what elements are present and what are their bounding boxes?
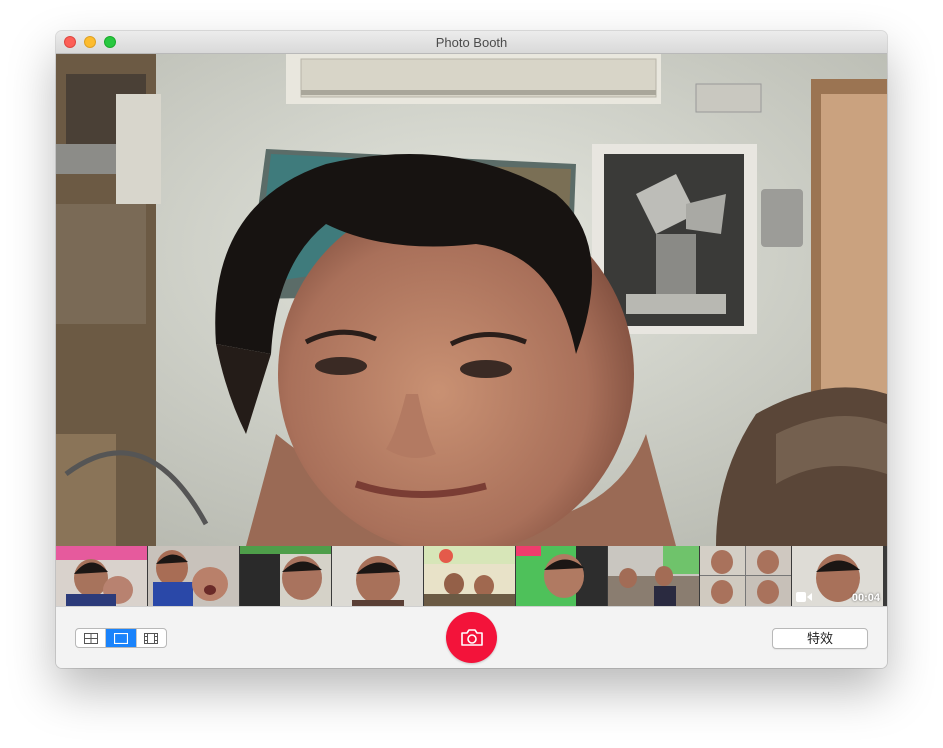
film-strip-icon [144,632,159,644]
take-photo-button[interactable] [446,612,497,663]
thumbnail-image [240,546,331,606]
thumbnail-image [608,546,699,606]
thumbnail-image [700,546,791,606]
bottom-toolbar: 特效 [56,606,887,668]
thumbnail-image [56,546,147,606]
thumbnail-video[interactable]: 00:04 [792,546,883,606]
video-mode-button[interactable] [137,629,166,647]
thumbnail[interactable] [240,546,331,606]
single-photo-mode-button[interactable] [106,629,137,647]
thumbnail[interactable] [608,546,699,606]
thumbnail-four-up[interactable] [700,546,791,606]
thumbnail[interactable] [424,546,515,606]
title-bar[interactable]: Photo Booth [56,31,887,54]
camera-preview [56,54,887,546]
camera-image [56,54,887,546]
thumbnail[interactable] [516,546,607,606]
video-duration: 00:04 [851,592,880,604]
single-photo-icon [113,632,128,644]
effects-button[interactable]: 特效 [772,628,868,649]
thumbnail[interactable] [56,546,147,606]
thumbnail[interactable] [148,546,239,606]
four-up-mode-button[interactable] [76,629,107,647]
grid-icon [83,632,98,644]
thumbnail-image [424,546,515,606]
thumbnail-image [516,546,607,606]
thumbnail-image [332,546,423,606]
photo-strip[interactable]: 00:04 [56,546,887,606]
camera-icon [460,628,483,646]
thumbnail-image [148,546,239,606]
thumbnail[interactable] [332,546,423,606]
window-title: Photo Booth [435,35,508,50]
photo-booth-window: Photo Booth 00:04 特效 [56,31,887,668]
view-mode-segmented-control[interactable] [75,628,167,648]
video-camera-icon [796,592,812,602]
